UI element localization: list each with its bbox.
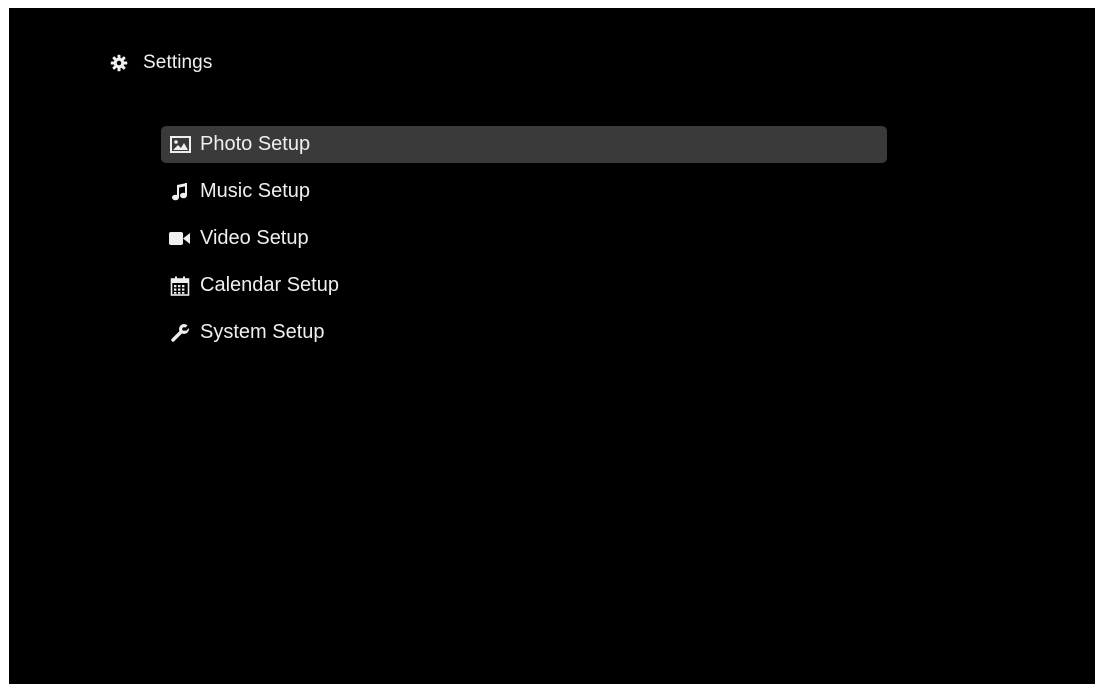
menu-item-label: Calendar Setup: [200, 274, 339, 296]
wrench-icon: [168, 321, 192, 345]
menu-item-label: Photo Setup: [200, 133, 311, 155]
video-camera-icon: [168, 227, 192, 251]
menu-item-label: System Setup: [200, 321, 325, 343]
music-note-icon: [168, 180, 192, 204]
menu-item-calendar-setup[interactable]: Calendar Setup: [161, 267, 887, 304]
settings-screen: Settings Photo Setup Music Setup Video S…: [9, 8, 1095, 684]
calendar-icon: [168, 274, 192, 298]
page-header: Settings: [109, 50, 212, 76]
menu-item-music-setup[interactable]: Music Setup: [161, 173, 887, 210]
photo-icon: [168, 133, 192, 157]
settings-menu: Photo Setup Music Setup Video Setup Cale…: [161, 126, 887, 361]
menu-item-photo-setup[interactable]: Photo Setup: [161, 126, 887, 163]
menu-item-label: Video Setup: [200, 227, 309, 249]
menu-item-system-setup[interactable]: System Setup: [161, 314, 887, 351]
menu-item-label: Music Setup: [200, 180, 311, 202]
menu-item-video-setup[interactable]: Video Setup: [161, 220, 887, 257]
gear-icon: [109, 53, 129, 73]
page-title: Settings: [143, 52, 213, 73]
